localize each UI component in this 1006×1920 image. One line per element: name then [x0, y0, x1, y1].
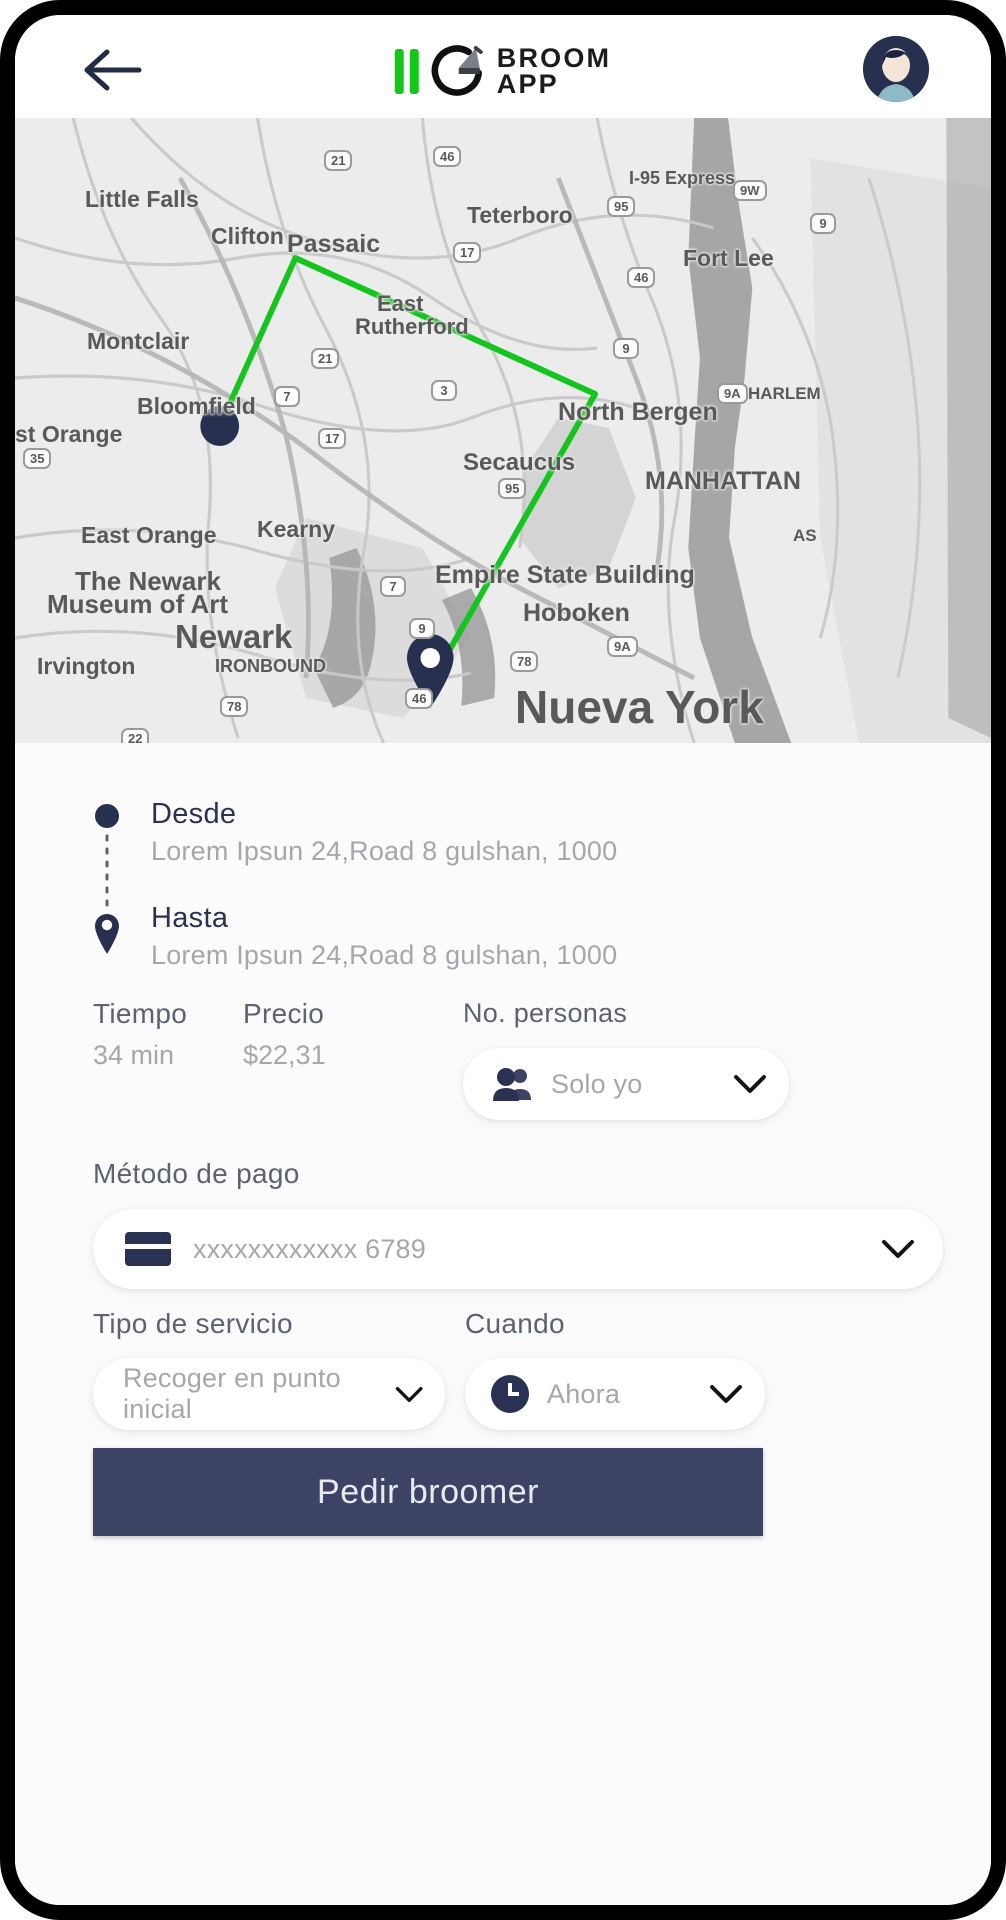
back-arrow-icon [84, 49, 142, 91]
logo-wordmark: BROOM APP [496, 42, 612, 99]
map-route-shield: 9A [717, 383, 748, 404]
map-route-shield: 17 [318, 428, 347, 449]
route-to-address: Lorem Ipsun 24,Road 8 gulshan, 1000 [151, 940, 618, 970]
map-route-shield: 46 [433, 146, 462, 167]
people-icon [493, 1068, 531, 1101]
payment-method-group: Método de pago xxxxxxxxxxxx 6789 [93, 1158, 943, 1289]
stat-time-label: Tiempo [93, 998, 188, 1029]
user-avatar-button[interactable] [863, 36, 929, 102]
route-from-label: Desde [151, 798, 237, 830]
route-to[interactable]: Hasta Lorem Ipsun 24,Road 8 gulshan, 100… [93, 902, 793, 971]
user-avatar-icon [863, 36, 929, 102]
map-route-shield: 78 [220, 696, 249, 717]
service-type-group: Tipo de servicio Recoger en punto inicia… [93, 1308, 445, 1430]
map-route-shield: 3 [431, 380, 457, 401]
logo-line-1: BROOM [496, 42, 612, 73]
route-summary: Desde Lorem Ipsun 24,Road 8 gulshan, 100… [93, 798, 793, 971]
app-header: BROOM APP [15, 15, 991, 118]
back-button[interactable] [77, 43, 147, 97]
stat-price-label: Precio [243, 998, 325, 1029]
map-view[interactable]: Little Falls Clifton Passaic Teterboro Fort … [15, 118, 991, 743]
trip-details-panel: Desde Lorem Ipsun 24,Road 8 gulshan, 100… [15, 743, 991, 1905]
chevron-down-icon [395, 1386, 423, 1402]
map-route-shield: 9W [733, 180, 767, 201]
map-route-shield: 95 [607, 196, 636, 217]
map-route-shield: 9 [409, 618, 435, 639]
chevron-down-icon [734, 1075, 766, 1093]
map-route-shield: 9A [607, 636, 638, 657]
request-broomer-button[interactable]: Pedir broomer [93, 1448, 763, 1536]
stat-price-value: $22,31 [243, 1040, 326, 1070]
payment-method-label: Método de pago [93, 1158, 300, 1189]
logo-line-2: APP [496, 69, 559, 99]
map-route-shield: 7 [380, 576, 406, 597]
logo-green-bars-icon [394, 48, 419, 94]
when-label: Cuando [465, 1308, 565, 1339]
map-route-shield: 9 [810, 213, 836, 234]
map-route-shield: 22 [121, 728, 150, 743]
origin-dot-marker [200, 406, 240, 446]
payment-method-value: xxxxxxxxxxxx 6789 [193, 1233, 426, 1264]
stat-time-value: 34 min [93, 1040, 175, 1070]
route-from[interactable]: Desde Lorem Ipsun 24,Road 8 gulshan, 100… [93, 798, 793, 867]
map-route-shield: 7 [274, 386, 300, 407]
service-type-label: Tipo de servicio [93, 1308, 293, 1339]
clock-icon [491, 1375, 529, 1413]
map-graphics [15, 118, 991, 743]
stat-price: Precio $22,31 [243, 998, 326, 1071]
app-screen: BROOM APP Little Falls Clifton Passaic T… [15, 15, 991, 1905]
passengers-dropdown[interactable]: Solo yo [463, 1048, 789, 1120]
map-route-shield: 78 [510, 651, 539, 672]
map-route-shield: 21 [311, 348, 340, 369]
map-route-shield: 21 [324, 150, 353, 171]
service-type-dropdown[interactable]: Recoger en punto inicial [93, 1358, 445, 1430]
passengers-value: Solo yo [551, 1068, 643, 1099]
service-type-value: Recoger en punto inicial [123, 1363, 341, 1424]
stat-time: Tiempo 34 min [93, 998, 187, 1071]
broom-circle-icon [431, 45, 483, 96]
map-route-shield: 46 [405, 688, 434, 709]
passengers-label: No. personas [463, 998, 628, 1028]
map-route-shield: 17 [453, 242, 482, 263]
map-route-shield: 95 [498, 478, 527, 499]
when-group: Cuando Ahora [465, 1308, 765, 1430]
map-route-shield: 9 [613, 338, 639, 359]
chevron-down-icon [710, 1385, 742, 1403]
route-to-label: Hasta [151, 902, 229, 934]
credit-card-icon [125, 1232, 171, 1266]
phone-frame: BROOM APP Little Falls Clifton Passaic T… [0, 0, 1006, 1920]
chevron-down-icon [882, 1240, 914, 1258]
payment-method-dropdown[interactable]: xxxxxxxxxxxx 6789 [93, 1209, 943, 1289]
map-route-shield: 46 [627, 267, 656, 288]
map-route-shield: 35 [23, 448, 52, 469]
passengers-group: No. personas Solo yo [463, 998, 793, 1120]
trip-stats-row: Tiempo 34 min Precio $22,31 No. personas… [93, 998, 953, 1128]
when-dropdown[interactable]: Ahora [465, 1358, 765, 1430]
when-value: Ahora [547, 1378, 621, 1409]
route-from-address: Lorem Ipsun 24,Road 8 gulshan, 1000 [151, 836, 618, 866]
app-logo: BROOM APP [394, 40, 612, 102]
